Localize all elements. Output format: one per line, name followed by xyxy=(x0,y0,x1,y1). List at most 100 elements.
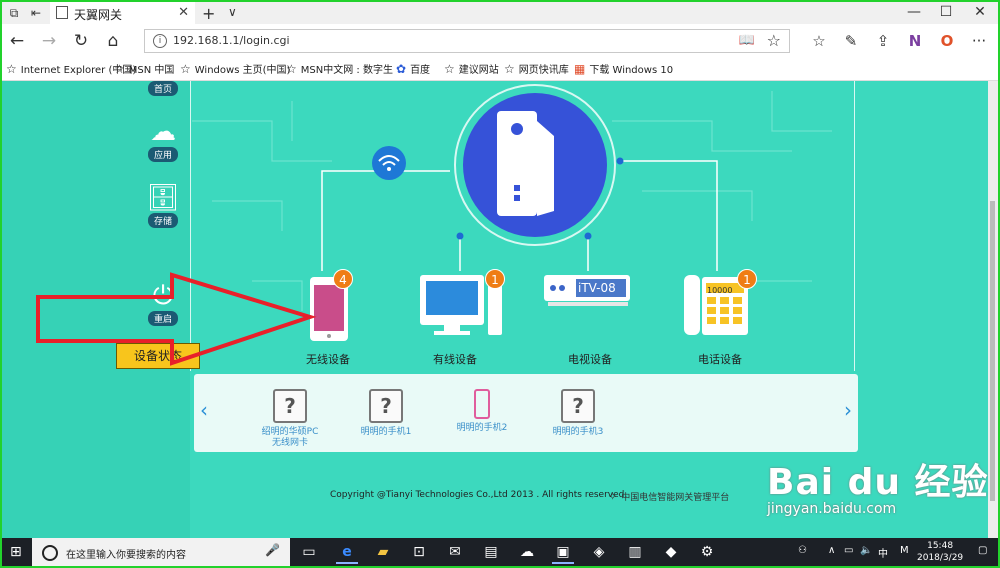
set-aside-tabs-icon[interactable]: ⇤ xyxy=(28,5,44,21)
device-item[interactable]: 明明的手机2 xyxy=(452,389,512,434)
info-icon[interactable]: i xyxy=(153,34,167,48)
settings-gear-icon[interactable]: ⚙ xyxy=(696,542,718,562)
star-icon: ☆ xyxy=(286,62,297,76)
reading-view-icon[interactable]: 📖 xyxy=(739,33,755,48)
baidu-icon: ✿ xyxy=(396,62,407,76)
sidebar-item-apps[interactable]: ☁ 应用 xyxy=(140,117,186,162)
sidebar-item-home[interactable]: 首页 xyxy=(140,81,186,96)
ime-mode-indicator[interactable]: M xyxy=(900,545,909,556)
windows-flag-icon: ▦ xyxy=(574,62,586,76)
sidebar-item-storage[interactable]: 🗄 存储 xyxy=(140,183,186,228)
tab-bar: ⧉ ⇤ 天翼网关 ✕ + ∨ — ☐ ✕ xyxy=(2,2,998,24)
node-dot xyxy=(584,232,592,240)
device-item[interactable]: ? 绍明的华硕PC无线网卡 xyxy=(260,389,320,449)
star-icon: ☆ xyxy=(180,62,191,76)
share-icon[interactable]: ⇪ xyxy=(872,30,894,52)
telecom-platform: ✧ 中国电信智能网关管理平台 xyxy=(608,490,730,503)
fav-item[interactable]: ☆ MSN中文网 : 数字生 xyxy=(286,61,393,76)
close-window-button[interactable]: ✕ xyxy=(968,4,992,20)
people-icon[interactable]: ⚇ xyxy=(798,545,807,556)
divider xyxy=(854,81,855,371)
favorite-star-icon[interactable]: ☆ xyxy=(767,31,781,50)
unknown-device-icon: ? xyxy=(561,389,595,423)
link-phone xyxy=(620,160,718,271)
tab-title: 天翼网关 xyxy=(74,8,123,22)
telephone-device-label[interactable]: 电话设备 xyxy=(670,351,770,367)
star-icon: ☆ xyxy=(6,62,17,76)
phone-number-label: 10000 xyxy=(707,286,733,295)
tv-device-label[interactable]: 电视设备 xyxy=(540,351,640,367)
back-button[interactable]: ← xyxy=(6,30,28,52)
favorites-hub-icon[interactable]: ☆ xyxy=(808,30,830,52)
file-explorer-icon[interactable]: ▰ xyxy=(372,542,394,562)
device-list-panel: ‹ › ? 绍明的华硕PC无线网卡 ? 明明的手机1 明明的手机2 ? 明明的手… xyxy=(194,374,858,452)
microphone-icon[interactable]: 🎤 xyxy=(265,543,280,557)
clock-date: 2018/3/29 xyxy=(917,553,964,563)
url-text[interactable]: 192.168.1.1/login.cgi xyxy=(173,34,290,47)
device-item[interactable]: ? 明明的手机3 xyxy=(548,389,608,438)
edge-icon[interactable]: e xyxy=(336,542,358,564)
more-menu-icon[interactable]: ··· xyxy=(968,30,990,52)
task-view-icon[interactable]: ▭ xyxy=(298,542,320,562)
app-icon[interactable]: ▥ xyxy=(624,542,646,562)
fav-item[interactable]: ☆ Windows 主页(中国) xyxy=(180,61,290,76)
office-icon[interactable]: O xyxy=(936,30,958,52)
fav-item[interactable]: ☆ 建议网站 xyxy=(444,61,499,76)
ime-indicator[interactable]: 中 xyxy=(878,545,888,560)
fav-item[interactable]: ✿ 百度 xyxy=(396,61,430,76)
fav-item[interactable]: ▦ 下载 Windows 10 xyxy=(574,61,673,76)
tab-list-chevron-icon[interactable]: ∨ xyxy=(228,5,237,19)
taskbar: ⊞ 在这里输入你要搜索的内容 🎤 ▭ e ▰ ⊡ ✉ ▤ ☁ ▣ ◈ ▥ ◆ ⚙… xyxy=(2,538,998,566)
star-icon: ☆ xyxy=(444,62,455,76)
notification-icon[interactable]: ▢ xyxy=(978,545,987,556)
windows-start-icon[interactable]: ⊞ xyxy=(10,544,22,560)
sidebar-item-label: 应用 xyxy=(147,147,178,162)
annotation-arrow xyxy=(36,272,317,366)
web-note-icon[interactable]: ✎ xyxy=(840,30,862,52)
taskbar-search-box[interactable]: 在这里输入你要搜索的内容 🎤 xyxy=(32,538,290,566)
cortana-icon[interactable] xyxy=(42,545,58,561)
prev-arrow-icon[interactable]: ‹ xyxy=(200,398,208,422)
app-icon[interactable]: ▤ xyxy=(480,542,502,562)
next-arrow-icon[interactable]: › xyxy=(844,398,852,422)
device-item[interactable]: ? 明明的手机1 xyxy=(356,389,416,438)
tray-chevron-icon[interactable]: ∧ xyxy=(828,545,835,556)
app-icon[interactable]: ◈ xyxy=(588,542,610,562)
new-tab-button[interactable]: + xyxy=(202,4,215,23)
mail-icon[interactable]: ✉ xyxy=(444,542,466,562)
wired-device-label[interactable]: 有线设备 xyxy=(405,351,505,367)
fav-item[interactable]: ☆ 网页快讯库 xyxy=(504,61,569,76)
app-icon[interactable]: ◆ xyxy=(660,542,682,562)
home-button[interactable]: ⌂ xyxy=(102,30,124,52)
stb-model-label: iTV-08 xyxy=(578,281,616,295)
app-icon[interactable]: ☁ xyxy=(516,542,538,562)
wireless-count-badge: 4 xyxy=(333,269,353,289)
node-dot xyxy=(456,232,464,240)
device-name: 明明的手机1 xyxy=(360,427,412,437)
tab-active[interactable]: 天翼网关 ✕ xyxy=(50,2,195,24)
tab-preview-icon[interactable]: ⧉ xyxy=(6,5,22,21)
address-row: ← → ↻ ⌂ i 192.168.1.1/login.cgi 📖 ☆ ☆ ✎ … xyxy=(2,24,998,58)
maximize-button[interactable]: ☐ xyxy=(934,4,958,20)
refresh-button[interactable]: ↻ xyxy=(70,30,92,52)
address-bar[interactable]: i 192.168.1.1/login.cgi 📖 ☆ xyxy=(144,29,790,53)
page-scrollbar[interactable] xyxy=(988,81,998,538)
sidebar-item-label: 首页 xyxy=(147,81,178,96)
link-wireless xyxy=(321,170,450,271)
volume-icon[interactable]: 🔈 xyxy=(860,545,872,556)
router-page: 首页 ☁ 应用 🗄 存储 ⏻ 重启 iTV-08 10000 4 1 1 无线设… xyxy=(2,81,998,538)
store-icon[interactable]: ⊡ xyxy=(408,542,430,562)
scroll-thumb[interactable] xyxy=(990,201,995,501)
app-icon[interactable]: ▣ xyxy=(552,542,574,564)
minimize-button[interactable]: — xyxy=(902,4,926,20)
fav-item[interactable]: ☆ MSN 中国 xyxy=(114,61,174,76)
baidu-watermark: Bai du 经验 jingyan.baidu.com xyxy=(767,453,989,517)
cloud-icon: ☁ xyxy=(150,117,176,147)
network-icon[interactable]: ▭ xyxy=(844,545,853,556)
forward-button[interactable]: → xyxy=(38,30,60,52)
node-dot xyxy=(616,157,624,165)
system-clock[interactable]: 15:48 2018/3/29 xyxy=(917,540,963,564)
tab-close-icon[interactable]: ✕ xyxy=(178,5,189,20)
onenote-icon[interactable]: N xyxy=(904,30,926,52)
device-name: 绍明的华硕PC无线网卡 xyxy=(261,427,319,448)
